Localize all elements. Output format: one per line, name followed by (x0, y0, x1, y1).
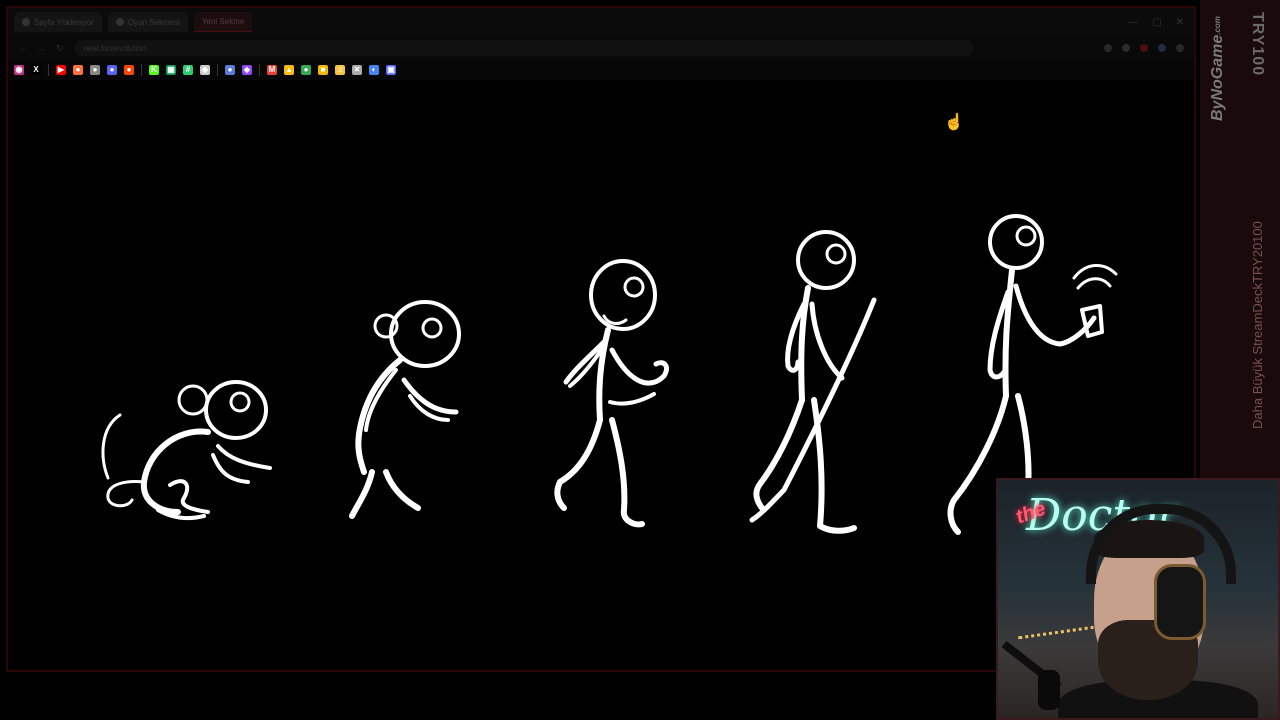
mouse-cursor-icon: ☝ (944, 114, 964, 131)
sponsor-logo-text: ByNoGame (1209, 35, 1226, 122)
bookmark-tool-icon[interactable]: ✕ (352, 65, 362, 75)
extension-icon[interactable] (1140, 44, 1148, 52)
browser-tab[interactable]: Sayfa Yükleniyor (14, 12, 102, 32)
sponsor-logo-suffix: .com (1213, 16, 1222, 36)
browser-tab[interactable]: Oyun Sekmesi (107, 12, 188, 32)
bookmark-discord-icon[interactable]: ● (107, 65, 117, 75)
webcam-overlay: Doctor the (996, 478, 1280, 720)
browser-tab-active[interactable]: Yeni Sekme (193, 12, 253, 32)
maximize-icon[interactable]: ▢ (1152, 17, 1161, 28)
bookmark-separator (141, 64, 142, 76)
tab-label: Oyun Sekmesi (127, 17, 180, 27)
close-icon[interactable]: ✕ (1176, 17, 1184, 28)
bookmark-x-icon[interactable]: X (31, 65, 41, 75)
address-bar: ← → ↻ neal.fun/evolution (8, 36, 1194, 60)
extension-icon[interactable] (1104, 44, 1112, 52)
bookmark-diamond-icon[interactable]: ◆ (200, 65, 210, 75)
tab-label: Yeni Sekme (201, 17, 245, 26)
extension-icon[interactable] (1122, 44, 1130, 52)
browser-tab-bar: Sayfa Yükleniyor Oyun Sekmesi Yeni Sekme… (8, 8, 1194, 36)
headphone-cup (1154, 564, 1206, 640)
forward-icon[interactable]: → (37, 43, 46, 53)
sponsor-logo: ByNoGame.com (1209, 14, 1239, 124)
back-icon[interactable]: ← (18, 43, 27, 53)
extension-icons (1104, 44, 1194, 52)
human-with-staff-figure[interactable] (749, 230, 877, 534)
bookmark-separator (259, 64, 260, 76)
bookmark-separator (48, 64, 49, 76)
reload-icon[interactable]: ↻ (56, 43, 64, 54)
bookmark-instagram-icon[interactable]: ◉ (14, 65, 24, 75)
bookmark-twitch-like-icon[interactable]: ◆ (242, 65, 252, 75)
early-human-figure[interactable] (554, 259, 669, 528)
tab-favicon-icon (115, 18, 124, 26)
profile-avatar[interactable] (1158, 44, 1166, 52)
menu-icon[interactable] (1176, 44, 1184, 52)
bookmark-sheets-icon[interactable]: ▦ (166, 65, 176, 75)
bookmark-notes-icon[interactable]: ■ (318, 65, 328, 75)
bookmark-gmail-icon[interactable]: M (267, 65, 277, 75)
bookmark-youtube-icon[interactable]: ▶ (56, 65, 66, 75)
monkey-standing-figure[interactable] (349, 300, 461, 519)
bookmark-kick-icon[interactable]: K (149, 65, 159, 75)
bookmark-music-icon[interactable]: ♫ (335, 65, 345, 75)
promo-text: Daha Büyük StreamDeckTRY20100 (1250, 221, 1265, 429)
microphone (1038, 670, 1060, 710)
bookmark-trello-icon[interactable]: ▣ (386, 65, 396, 75)
bookmark-hashtag-icon[interactable]: # (183, 65, 193, 75)
window-controls: — ▢ ✕ (1128, 17, 1194, 28)
monkey-crouching-figure[interactable] (101, 380, 272, 520)
bookmark-separator (217, 64, 218, 76)
bookmark-drive-icon[interactable]: ▲ (284, 65, 294, 75)
bookmark-globe-icon[interactable]: ◐ (369, 65, 379, 75)
promo-code: TRY100 (1249, 12, 1266, 77)
bookmark-extension-icon[interactable]: ● (90, 65, 100, 75)
url-input[interactable]: neal.fun/evolution (73, 40, 974, 56)
bookmark-firefox-icon[interactable]: ● (73, 65, 83, 75)
url-text: neal.fun/evolution (83, 43, 147, 53)
minimize-icon[interactable]: — (1128, 17, 1138, 28)
bookmark-reddit-icon[interactable]: ● (124, 65, 134, 75)
bookmarks-bar: ◉ X ▶ ● ● ● ● K ▦ # ◆ ● ◆ M ▲ ● ■ ♫ ✕ ◐ ▣ (8, 60, 1194, 80)
tab-favicon-icon (22, 18, 30, 26)
tab-label: Sayfa Yükleniyor (34, 17, 94, 27)
bookmark-chrome-icon[interactable]: ● (301, 65, 311, 75)
bookmark-gamepad-icon[interactable]: ● (225, 65, 235, 75)
